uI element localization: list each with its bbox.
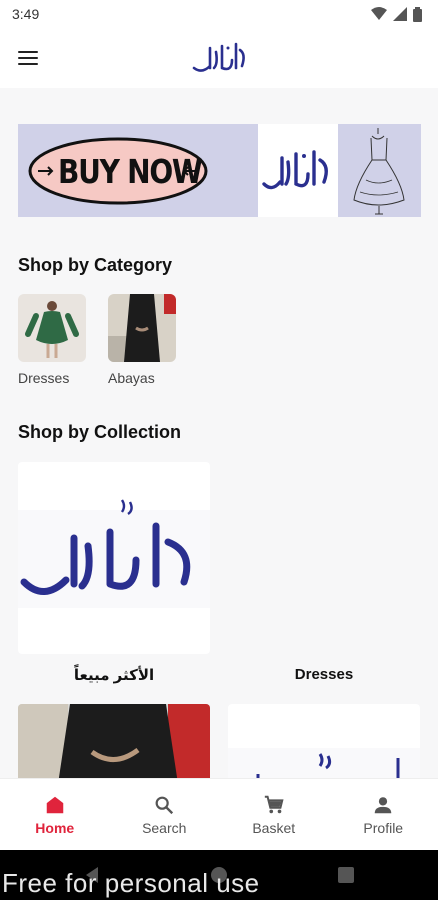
- category-card-dresses[interactable]: Dresses: [18, 294, 86, 386]
- collection-card-abaya-photo[interactable]: [18, 704, 210, 778]
- wifi-icon: [371, 7, 387, 20]
- category-card-abayas[interactable]: Abayas: [108, 294, 176, 386]
- home-icon: [46, 796, 63, 813]
- nav-basket-label: Basket: [252, 819, 296, 836]
- nav-profile-label: Profile: [363, 819, 404, 836]
- collection-label: الأكثر مبيعاً: [73, 667, 155, 684]
- shop-by-category-title: Shop by Category: [18, 255, 173, 275]
- search-icon: [155, 796, 174, 814]
- shop-by-collection-title: Shop by Collection: [18, 422, 182, 442]
- category-thumb-dresses[interactable]: [18, 294, 86, 362]
- collection-logo-image: [228, 748, 420, 778]
- nav-home[interactable]: Home: [0, 779, 110, 850]
- app-bar: [0, 28, 438, 88]
- recents-icon[interactable]: [338, 867, 354, 883]
- nav-profile[interactable]: Profile: [329, 779, 438, 850]
- promo-banner[interactable]: BUY NOW: [18, 124, 421, 217]
- collection-card-best-sellers[interactable]: [18, 462, 210, 654]
- nav-search-label: Search: [142, 819, 187, 836]
- abaya-photo: [108, 294, 176, 362]
- brand-logo: [192, 42, 245, 72]
- status-icons: [371, 6, 422, 22]
- menu-icon-line: [18, 63, 38, 65]
- nav-home-label: Home: [35, 819, 75, 836]
- status-time: 3:49: [12, 6, 40, 22]
- nav-basket[interactable]: Basket: [219, 779, 329, 850]
- battery-icon: [413, 6, 422, 22]
- abaya-collection-photo: [18, 704, 210, 778]
- menu-button[interactable]: [12, 42, 44, 74]
- home-scroll[interactable]: BUY NOW Shop by Category Dresses Abayas …: [0, 88, 438, 778]
- status-bar: 3:49: [0, 0, 438, 28]
- person-icon: [375, 796, 392, 813]
- banner-logo: [262, 150, 328, 190]
- green-dress-photo: [25, 301, 79, 358]
- category-label: Abayas: [108, 370, 155, 386]
- watermark-text: Free for personal use: [2, 868, 260, 898]
- bottom-navigation: Home Search Basket Profile: [0, 778, 438, 850]
- banner-logo-panel: [258, 124, 338, 217]
- buy-now-label: BUY NOW: [58, 152, 203, 191]
- category-thumb-abayas[interactable]: [108, 294, 176, 362]
- collection-label: Dresses: [294, 666, 354, 683]
- cart-icon: [264, 795, 284, 813]
- dress-sketch-image: [353, 128, 405, 215]
- nav-search[interactable]: Search: [110, 779, 220, 850]
- menu-icon-line: [18, 57, 38, 59]
- collection-card-dresses[interactable]: [228, 704, 420, 778]
- category-label: Dresses: [18, 370, 70, 386]
- collection-logo-image: [18, 499, 210, 608]
- signal-icon: [393, 7, 407, 21]
- menu-icon-line: [18, 51, 38, 53]
